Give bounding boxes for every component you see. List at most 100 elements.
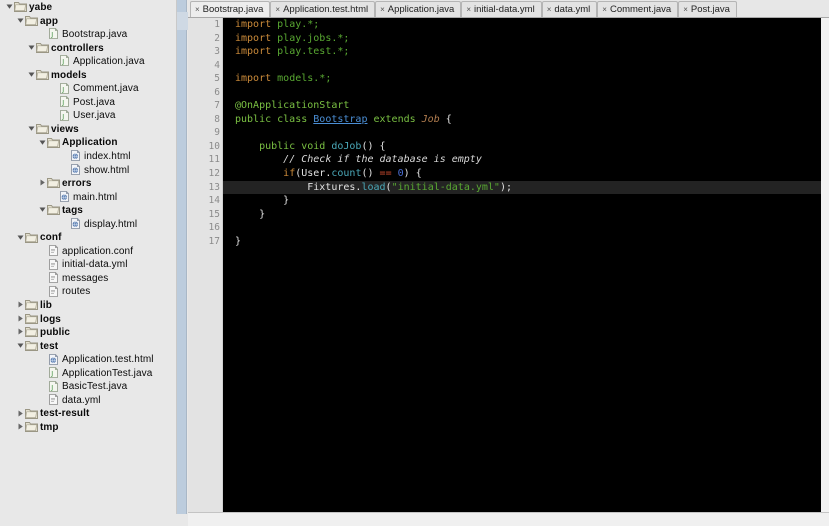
line-number: 10 <box>188 140 233 154</box>
editor-tab-bootstrap-java[interactable]: × Bootstrap.java <box>190 1 271 17</box>
tree-item-public[interactable]: public <box>0 326 176 340</box>
editor-tab-application-test-html[interactable]: × Application.test.html <box>270 1 376 17</box>
code-line[interactable]: if(User.count() == 0) { <box>223 167 821 181</box>
code-line[interactable]: import models.*; <box>223 72 821 86</box>
tree-item-yabe[interactable]: yabe <box>0 1 176 15</box>
tree-item-user-java[interactable]: J User.java <box>0 109 176 123</box>
tree-item-messages[interactable]: messages <box>0 272 176 286</box>
project-tree[interactable]: yabe app J Bootstrap.java controllers J Applic… <box>0 0 176 435</box>
tree-item-data-yml[interactable]: data.yml <box>0 394 176 408</box>
tree-item-application-test-html[interactable]: Application.test.html <box>0 353 176 367</box>
tree-item-tmp[interactable]: tmp <box>0 421 176 435</box>
code-line[interactable]: // Check if the database is empty <box>223 153 821 167</box>
code-line[interactable]: import play.test.*; <box>223 45 821 59</box>
tree-item-test-result[interactable]: test-result <box>0 407 176 421</box>
tree-item-logs[interactable]: logs <box>0 313 176 327</box>
close-icon[interactable]: × <box>380 5 385 14</box>
editor-tab-post-java[interactable]: × Post.java <box>678 1 737 17</box>
chevron-down-icon[interactable] <box>4 3 14 10</box>
editor-tab-bar[interactable]: × Bootstrap.java × Application.test.html × Ap… <box>188 0 829 18</box>
code-line[interactable] <box>223 221 821 235</box>
close-icon[interactable]: × <box>547 5 552 14</box>
tree-item-routes[interactable]: routes <box>0 285 176 299</box>
code-editor-area[interactable]: 1 2 3 4 5 6 7 8 9 10 11 12 13 14 15 16 17 import play.*;… <box>188 18 821 512</box>
editor-tab-comment-java[interactable]: × Comment.java <box>597 1 679 17</box>
chevron-down-icon[interactable] <box>26 125 36 132</box>
close-icon[interactable]: × <box>466 5 471 14</box>
line-number-text: 1 <box>214 19 220 30</box>
tree-item-show-html[interactable]: show.html <box>0 163 176 178</box>
code-line[interactable] <box>223 59 821 73</box>
chevron-down-icon[interactable] <box>15 17 25 24</box>
sidebar-vertical-scrollbar[interactable] <box>176 0 188 514</box>
sidebar-scrollbar-thumb[interactable] <box>177 12 188 30</box>
tree-item-main-html[interactable]: main.html <box>0 191 176 205</box>
code-line[interactable]: public void doJob() { <box>223 140 821 154</box>
code-line[interactable]: import play.*; <box>223 18 821 32</box>
tree-item-test[interactable]: test <box>0 340 176 354</box>
tree-item-views[interactable]: views <box>0 123 176 137</box>
tree-item-application-conf[interactable]: application.conf <box>0 245 176 259</box>
line-number-text: 17 <box>208 235 220 247</box>
tree-item-models[interactable]: models <box>0 69 176 83</box>
folder-icon <box>25 408 38 419</box>
chevron-down-icon[interactable] <box>37 139 47 146</box>
code-token-pln: () <box>361 168 380 180</box>
editor-tab-initial-data-yml[interactable]: × initial-data.yml <box>461 1 542 17</box>
chevron-down-icon[interactable] <box>15 234 25 241</box>
tree-item-errors[interactable]: errors <box>0 177 176 191</box>
tree-item-app[interactable]: app <box>0 15 176 29</box>
tree-item-comment-java[interactable]: J Comment.java <box>0 82 176 96</box>
code-line[interactable]: @OnApplicationStart <box>223 99 821 113</box>
chevron-right-icon[interactable] <box>15 328 25 335</box>
chevron-down-icon[interactable] <box>26 71 36 78</box>
tree-item-label: Post.java <box>73 96 116 108</box>
tree-item-label: views <box>51 123 79 135</box>
code-line[interactable]: } <box>223 208 821 222</box>
tree-item-applicationtest-java[interactable]: J ApplicationTest.java <box>0 367 176 381</box>
tree-item-post-java[interactable]: J Post.java <box>0 96 176 110</box>
code-line[interactable] <box>223 86 821 100</box>
code-text-area[interactable]: import play.*; import play.jobs.*; import … <box>223 18 821 512</box>
tree-item-label: tags <box>62 205 83 217</box>
tree-item-tags[interactable]: tags <box>0 204 176 218</box>
chevron-right-icon[interactable] <box>37 179 47 186</box>
editor-tab-application-java[interactable]: × Application.java <box>375 1 462 17</box>
chevron-down-icon[interactable] <box>26 44 36 51</box>
tree-item-bootstrap-java[interactable]: J Bootstrap.java <box>0 28 176 42</box>
close-icon[interactable]: × <box>195 5 200 14</box>
code-token-pkg: play.jobs.*; <box>277 32 350 44</box>
tree-item-application-java[interactable]: J Application.java <box>0 55 176 69</box>
svg-text:J: J <box>61 112 64 120</box>
code-line[interactable]: } <box>223 235 821 249</box>
tree-item-conf[interactable]: conf <box>0 231 176 245</box>
code-line[interactable] <box>223 126 821 140</box>
tree-item-controllers[interactable]: controllers <box>0 42 176 56</box>
folder-icon <box>25 421 38 433</box>
editor-tab-data-yml[interactable]: × data.yml <box>541 1 598 17</box>
chevron-down-icon[interactable] <box>15 342 25 349</box>
code-token-pln: Fixtures <box>307 181 356 193</box>
tree-item-display-html[interactable]: display.html <box>0 218 176 232</box>
text-icon <box>47 285 60 297</box>
code-line[interactable]: } <box>223 194 821 208</box>
code-line[interactable]: import play.jobs.*; <box>223 32 821 46</box>
close-icon[interactable]: × <box>275 5 280 14</box>
tree-item-lib[interactable]: lib <box>0 299 176 313</box>
chevron-right-icon[interactable] <box>15 315 25 322</box>
tree-item-basictest-java[interactable]: J BasicTest.java <box>0 380 176 394</box>
code-line[interactable]: public class Bootstrap extends Job { <box>223 113 821 127</box>
close-icon[interactable]: × <box>602 5 607 14</box>
code-line[interactable]: Fixtures.load("initial-data.yml"); <box>223 180 821 195</box>
java-icon: J <box>58 96 71 108</box>
chevron-right-icon[interactable] <box>15 301 25 308</box>
chevron-right-icon[interactable] <box>15 423 25 430</box>
line-number: 16 <box>188 221 222 235</box>
code-token-mth: doJob <box>331 140 362 152</box>
tree-item-initial-data-yml[interactable]: initial-data.yml <box>0 258 176 272</box>
tree-item-index-html[interactable]: index.html <box>0 150 176 164</box>
chevron-down-icon[interactable] <box>37 206 47 213</box>
tree-item-application[interactable]: Application <box>0 136 176 150</box>
chevron-right-icon[interactable] <box>15 410 25 417</box>
close-icon[interactable]: × <box>683 5 688 14</box>
